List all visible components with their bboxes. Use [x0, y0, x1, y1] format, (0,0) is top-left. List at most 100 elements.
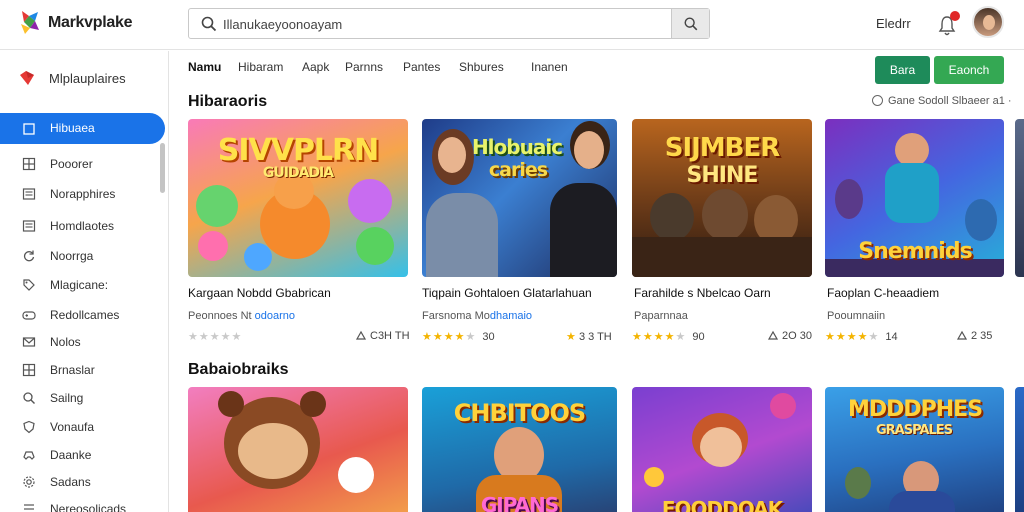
sidebar-item[interactable]: Noorrga: [0, 244, 165, 268]
tag-icon: [23, 279, 35, 291]
tab-hibaram[interactable]: Hibaram: [238, 60, 283, 74]
game-card[interactable]: Hlobuaic caries Tiqpain Gohtaloen Glatar…: [422, 119, 617, 344]
user-avatar[interactable]: [972, 6, 1004, 38]
shield-icon: [23, 420, 35, 434]
download-icon: [768, 330, 778, 340]
primary-action-button[interactable]: Bara: [875, 56, 930, 84]
game-title[interactable]: Farahilde s Nbelcao Oarn: [634, 286, 771, 300]
section-title: Babaiobraiks: [188, 361, 289, 378]
game-developer: Pooumnaiin: [827, 310, 886, 322]
game-card[interactable]: SIVVPLRN GUIDADIA Kargaan Nobdd Gbabrica…: [188, 119, 410, 344]
search-button[interactable]: [671, 9, 709, 38]
home-icon: [23, 123, 35, 135]
secondary-action-button[interactable]: Eaonch: [934, 56, 1004, 84]
doc-icon: [22, 220, 36, 232]
game-card[interactable]: CHBITOOS GIPANS: [422, 387, 617, 512]
search-icon: [201, 16, 217, 32]
sidebar-item[interactable]: Vonaufa: [0, 415, 165, 439]
notification-badge: [950, 11, 960, 21]
game-card[interactable]: MDDDPHES GRASPALES: [825, 387, 1004, 512]
top-nav-link[interactable]: Eledrr: [876, 16, 911, 31]
sidebar-header-label: Mlplauplaires: [49, 71, 126, 86]
sidebar-item-label: Redollcames: [50, 308, 120, 322]
game-card[interactable]: SIJMBER SHINE Farahilde s Nbelcao Oarn P…: [632, 119, 812, 344]
game-thumbnail[interactable]: [188, 387, 408, 512]
game-thumbnail[interactable]: FOODDOAK: [632, 387, 812, 512]
game-developer: Farsnoma Modhamaio: [422, 310, 533, 322]
grid-icon: [22, 157, 36, 171]
game-title[interactable]: Tiqpain Gohtaloen Glatarlahuan: [422, 286, 592, 300]
gamepad-icon: [22, 311, 36, 320]
sidebar-item-label: Nereosolicads: [50, 502, 127, 512]
game-thumbnail[interactable]: [1015, 387, 1024, 512]
game-thumbnail[interactable]: Snemnids: [825, 119, 1004, 277]
sidebar: Mlplauplaires Hibuaea Pooorer Norapphires H…: [0, 51, 169, 512]
rating-stars: ★★★★★: [188, 331, 243, 343]
search-input[interactable]: [223, 13, 663, 35]
sidebar-item[interactable]: Norapphires: [0, 182, 165, 206]
game-thumbnail[interactable]: MDDDPHES GRASPALES: [825, 387, 1004, 512]
notification-button[interactable]: [938, 11, 960, 37]
sidebar-item[interactable]: Homdlaotes: [0, 214, 165, 238]
download-count: ★ 3 3 TH: [566, 331, 612, 343]
sidebar-item[interactable]: Sadans: [0, 470, 165, 494]
brand-logo[interactable]: [18, 8, 42, 36]
sidebar-item[interactable]: Sailng: [0, 386, 165, 410]
section-title: Hibaraoris: [188, 93, 268, 110]
refresh-icon: [23, 250, 35, 262]
game-developer: Peonnoes Nt odoarno: [188, 310, 296, 322]
sidebar-item[interactable]: Nolos: [0, 330, 165, 354]
rating-stars: ★★★★★ 14: [825, 331, 898, 343]
tab-inanen[interactable]: Inanen: [531, 60, 568, 74]
download-count: 2 35: [957, 330, 992, 342]
search-bar[interactable]: [188, 8, 710, 39]
gear-icon: [23, 476, 35, 488]
game-card-partial[interactable]: [1015, 119, 1024, 344]
info-icon: [872, 95, 883, 106]
sidebar-item-label: Sadans: [50, 475, 91, 489]
search-icon: [23, 392, 35, 404]
sidebar-item[interactable]: Daanke: [0, 443, 165, 467]
tab-aapk[interactable]: Aapk: [302, 60, 329, 74]
sidebar-item-label: Noorrga: [50, 249, 94, 263]
game-card-partial[interactable]: [1015, 387, 1024, 512]
mail-icon: [22, 337, 36, 347]
sidebar-item[interactable]: Pooorer: [0, 152, 165, 176]
game-thumbnail[interactable]: [1015, 119, 1024, 277]
sidebar-item[interactable]: Redollcames: [0, 303, 165, 327]
game-card[interactable]: Snemnids Faoplan C-heaadiem Pooumnaiin ★…: [825, 119, 1004, 344]
tab-shbures[interactable]: Shbures: [459, 60, 504, 74]
sidebar-item[interactable]: Nereosolicads: [0, 497, 165, 512]
controller-icon: [23, 451, 35, 460]
section-see-all-link[interactable]: Gane Sodoll Slbaeer a1 ·: [872, 95, 1012, 107]
tab-pantes[interactable]: Pantes: [403, 60, 440, 74]
game-title[interactable]: Faoplan C-heaadiem: [827, 286, 939, 300]
sidebar-item[interactable]: Mlagicane:: [0, 273, 165, 297]
top-bar: Markvplake Eledrr: [0, 0, 1024, 50]
game-thumbnail[interactable]: SIJMBER SHINE: [632, 119, 812, 277]
game-thumbnail[interactable]: CHBITOOS GIPANS: [422, 387, 617, 512]
sidebar-item-label: Nolos: [50, 335, 81, 349]
game-title[interactable]: Kargaan Nobdd Gbabrican: [188, 286, 331, 300]
sidebar-item[interactable]: Hibuaea: [0, 113, 165, 144]
game-card[interactable]: [188, 387, 408, 512]
sidebar-item[interactable]: Brnaslar: [0, 358, 165, 382]
brand-name[interactable]: Markvplake: [48, 14, 132, 32]
sidebar-item-label: Vonaufa: [50, 420, 95, 434]
download-count: C3H TH: [356, 330, 410, 342]
sidebar-header[interactable]: Mlplauplaires: [18, 69, 168, 89]
tab-namu[interactable]: Namu: [188, 60, 221, 74]
sidebar-item-label: Brnaslar: [50, 363, 95, 377]
sidebar-item-label: Sailng: [50, 391, 84, 405]
tab-parnns[interactable]: Parnns: [345, 60, 383, 74]
rating-stars: ★★★★★ 30: [422, 331, 495, 343]
game-thumbnail[interactable]: Hlobuaic caries: [422, 119, 617, 277]
game-card[interactable]: FOODDOAK: [632, 387, 812, 512]
grid-icon: [22, 363, 36, 377]
game-thumbnail[interactable]: SIVVPLRN GUIDADIA: [188, 119, 408, 277]
sidebar-item-label: Hibuaea: [50, 121, 95, 135]
doc-icon: [22, 188, 36, 200]
download-icon: [356, 330, 366, 340]
download-icon: [957, 330, 967, 340]
sidebar-item-label: Mlagicane:: [50, 278, 109, 292]
